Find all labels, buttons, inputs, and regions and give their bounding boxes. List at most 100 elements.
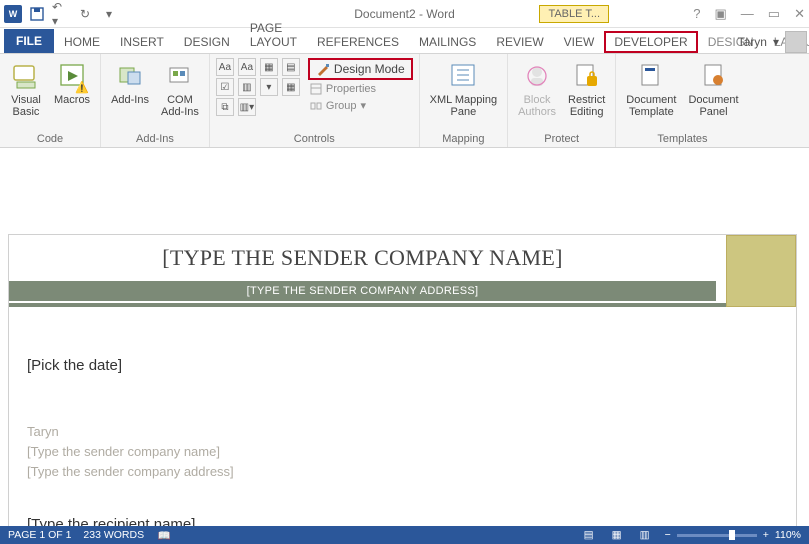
addins-icon — [114, 60, 146, 92]
quick-access-toolbar: W ↶ ▾ ↻ ▾ — [0, 5, 118, 23]
sender-company-address-small-field[interactable]: [Type the sender company address] — [27, 462, 774, 482]
view-web-icon[interactable]: ▥ — [637, 528, 653, 542]
restore-icon[interactable]: ▭ — [768, 6, 780, 22]
document-title: Document2 - Word — [354, 7, 454, 21]
sender-company-name-field[interactable]: [TYPE THE SENDER COMPANY NAME] — [9, 235, 716, 281]
group-templates-label: Templates — [657, 132, 707, 145]
group-mapping: XML Mapping Pane Mapping — [420, 54, 508, 147]
tab-design[interactable]: DESIGN — [174, 31, 240, 53]
legacy-tools-icon[interactable]: ▥▾ — [238, 98, 256, 116]
date-picker-content-control-icon[interactable]: ▦ — [282, 78, 300, 96]
restrict-editing-icon — [571, 60, 603, 92]
restrict-editing-label: Restrict Editing — [568, 94, 605, 118]
addins-button[interactable]: Add-Ins — [107, 58, 153, 108]
dropdown-content-control-icon[interactable]: ▾ — [260, 78, 278, 96]
document-template-label: Document Template — [626, 94, 676, 118]
tab-insert[interactable]: INSERT — [110, 31, 174, 53]
macros-warning-icon: ⚠️ — [75, 81, 89, 94]
properties-button[interactable]: Properties — [308, 82, 413, 96]
addins-label: Add-Ins — [111, 94, 149, 106]
ribbon-tabs: FILE HOME INSERT DESIGN PAGE LAYOUT REFE… — [0, 28, 809, 54]
zoom-slider[interactable] — [677, 534, 757, 537]
user-avatar[interactable] — [785, 31, 807, 53]
tab-developer[interactable]: DEVELOPER — [604, 31, 697, 53]
user-dropdown-icon[interactable]: ▾ — [773, 35, 779, 49]
ribbon: Visual Basic ⚠️ Macros Code Add-Ins — [0, 54, 809, 148]
recipient-name-field[interactable]: [Type the recipient name] — [27, 516, 774, 526]
plain-text-content-control-icon[interactable]: Aa — [238, 58, 256, 76]
title-bar: W ↶ ▾ ↻ ▾ Document2 - Word TABLE T... ? … — [0, 0, 809, 28]
zoom-out-icon[interactable]: − — [665, 529, 671, 541]
group-controls: Aa Aa ▦ ▤ ☑ ▥ ▾ ▦ ⧉ ▥▾ — [210, 54, 420, 147]
status-bar: PAGE 1 OF 1 233 WORDS 📖 ▤ ▦ ▥ − + 110% — [0, 526, 809, 544]
rich-text-content-control-icon[interactable]: Aa — [216, 58, 234, 76]
xml-mapping-icon — [447, 60, 479, 92]
group-controls-label: Controls — [294, 132, 335, 145]
sender-company-address-field[interactable]: [TYPE THE SENDER COMPANY ADDRESS] — [9, 281, 716, 301]
block-authors-button: Block Authors — [514, 58, 560, 120]
redo-icon[interactable]: ↻ — [76, 5, 94, 23]
checkbox-content-control-icon[interactable]: ☑ — [216, 78, 234, 96]
group-code-label: Code — [37, 132, 63, 145]
group-addins-label: Add-Ins — [136, 132, 174, 145]
undo-icon[interactable]: ↶ ▾ — [52, 5, 70, 23]
group-button[interactable]: Group ▾ — [308, 98, 413, 113]
tab-mailings[interactable]: MAILINGS — [409, 31, 486, 53]
building-block-control-icon[interactable]: ▤ — [282, 58, 300, 76]
repeating-section-control-icon[interactable]: ⧉ — [216, 98, 234, 116]
design-mode-button[interactable]: Design Mode — [308, 58, 413, 80]
tab-references[interactable]: REFERENCES — [307, 31, 409, 53]
tab-view[interactable]: VIEW — [554, 31, 605, 53]
visual-basic-button[interactable]: Visual Basic — [6, 58, 46, 120]
xml-mapping-pane-button[interactable]: XML Mapping Pane — [426, 58, 501, 120]
group-code: Visual Basic ⚠️ Macros Code — [0, 54, 101, 147]
picture-content-control-icon[interactable]: ▦ — [260, 58, 278, 76]
group-protect-label: Protect — [544, 132, 579, 145]
page-header: [TYPE THE SENDER COMPANY NAME] [TYPE THE… — [9, 235, 796, 307]
zoom-in-icon[interactable]: + — [763, 529, 769, 541]
sender-user-line[interactable]: Taryn — [27, 422, 774, 442]
user-name: Taryn — [738, 35, 767, 49]
properties-label: Properties — [326, 83, 376, 95]
status-page[interactable]: PAGE 1 OF 1 — [8, 529, 71, 541]
document-panel-button[interactable]: Document Panel — [684, 58, 742, 120]
design-mode-icon — [316, 62, 330, 76]
view-read-icon[interactable]: ▤ — [581, 528, 597, 542]
status-words[interactable]: 233 WORDS — [83, 529, 144, 541]
macros-button[interactable]: ⚠️ Macros — [50, 58, 94, 108]
help-icon[interactable]: ? — [693, 6, 700, 22]
zoom-control[interactable]: − + 110% — [665, 529, 801, 541]
date-picker-field[interactable]: [Pick the date] — [27, 357, 774, 374]
ribbon-display-icon[interactable]: ▣ — [715, 6, 727, 22]
document-template-button[interactable]: Document Template — [622, 58, 680, 120]
tab-file[interactable]: FILE — [4, 29, 54, 53]
word-app-icon[interactable]: W — [4, 5, 22, 23]
minimize-icon[interactable]: — — [741, 6, 754, 22]
page[interactable]: [TYPE THE SENDER COMPANY NAME] [TYPE THE… — [8, 234, 797, 526]
qat-dropdown-icon[interactable]: ▾ — [100, 5, 118, 23]
block-authors-icon — [521, 60, 553, 92]
com-addins-icon — [164, 60, 196, 92]
tab-review[interactable]: REVIEW — [486, 31, 553, 53]
zoom-handle[interactable] — [729, 530, 735, 540]
status-proofing-icon[interactable]: 📖 — [156, 528, 172, 542]
group-label-text: Group — [326, 100, 357, 112]
com-addins-button[interactable]: COM Add-Ins — [157, 58, 203, 120]
group-templates: Document Template Document Panel Templat… — [616, 54, 748, 147]
tab-page-layout[interactable]: PAGE LAYOUT — [240, 17, 307, 53]
contextual-tab-table-tools: TABLE T... — [539, 5, 609, 23]
xml-mapping-label: XML Mapping Pane — [430, 94, 497, 118]
tab-home[interactable]: HOME — [54, 31, 110, 53]
user-area[interactable]: Taryn ▾ — [738, 31, 807, 53]
document-body[interactable]: [Pick the date] Taryn [Type the sender c… — [9, 307, 796, 526]
save-icon[interactable] — [28, 5, 46, 23]
controls-grid: Aa Aa ▦ ▤ ☑ ▥ ▾ ▦ ⧉ ▥▾ — [216, 58, 300, 116]
document-area[interactable]: [TYPE THE SENDER COMPANY NAME] [TYPE THE… — [0, 148, 809, 526]
restrict-editing-button[interactable]: Restrict Editing — [564, 58, 609, 120]
sender-company-name-small-field[interactable]: [Type the sender company name] — [27, 442, 774, 462]
design-mode-label: Design Mode — [334, 62, 405, 76]
view-print-icon[interactable]: ▦ — [609, 528, 625, 542]
close-icon[interactable]: ✕ — [794, 6, 805, 22]
combobox-content-control-icon[interactable]: ▥ — [238, 78, 256, 96]
zoom-percent[interactable]: 110% — [775, 529, 801, 541]
